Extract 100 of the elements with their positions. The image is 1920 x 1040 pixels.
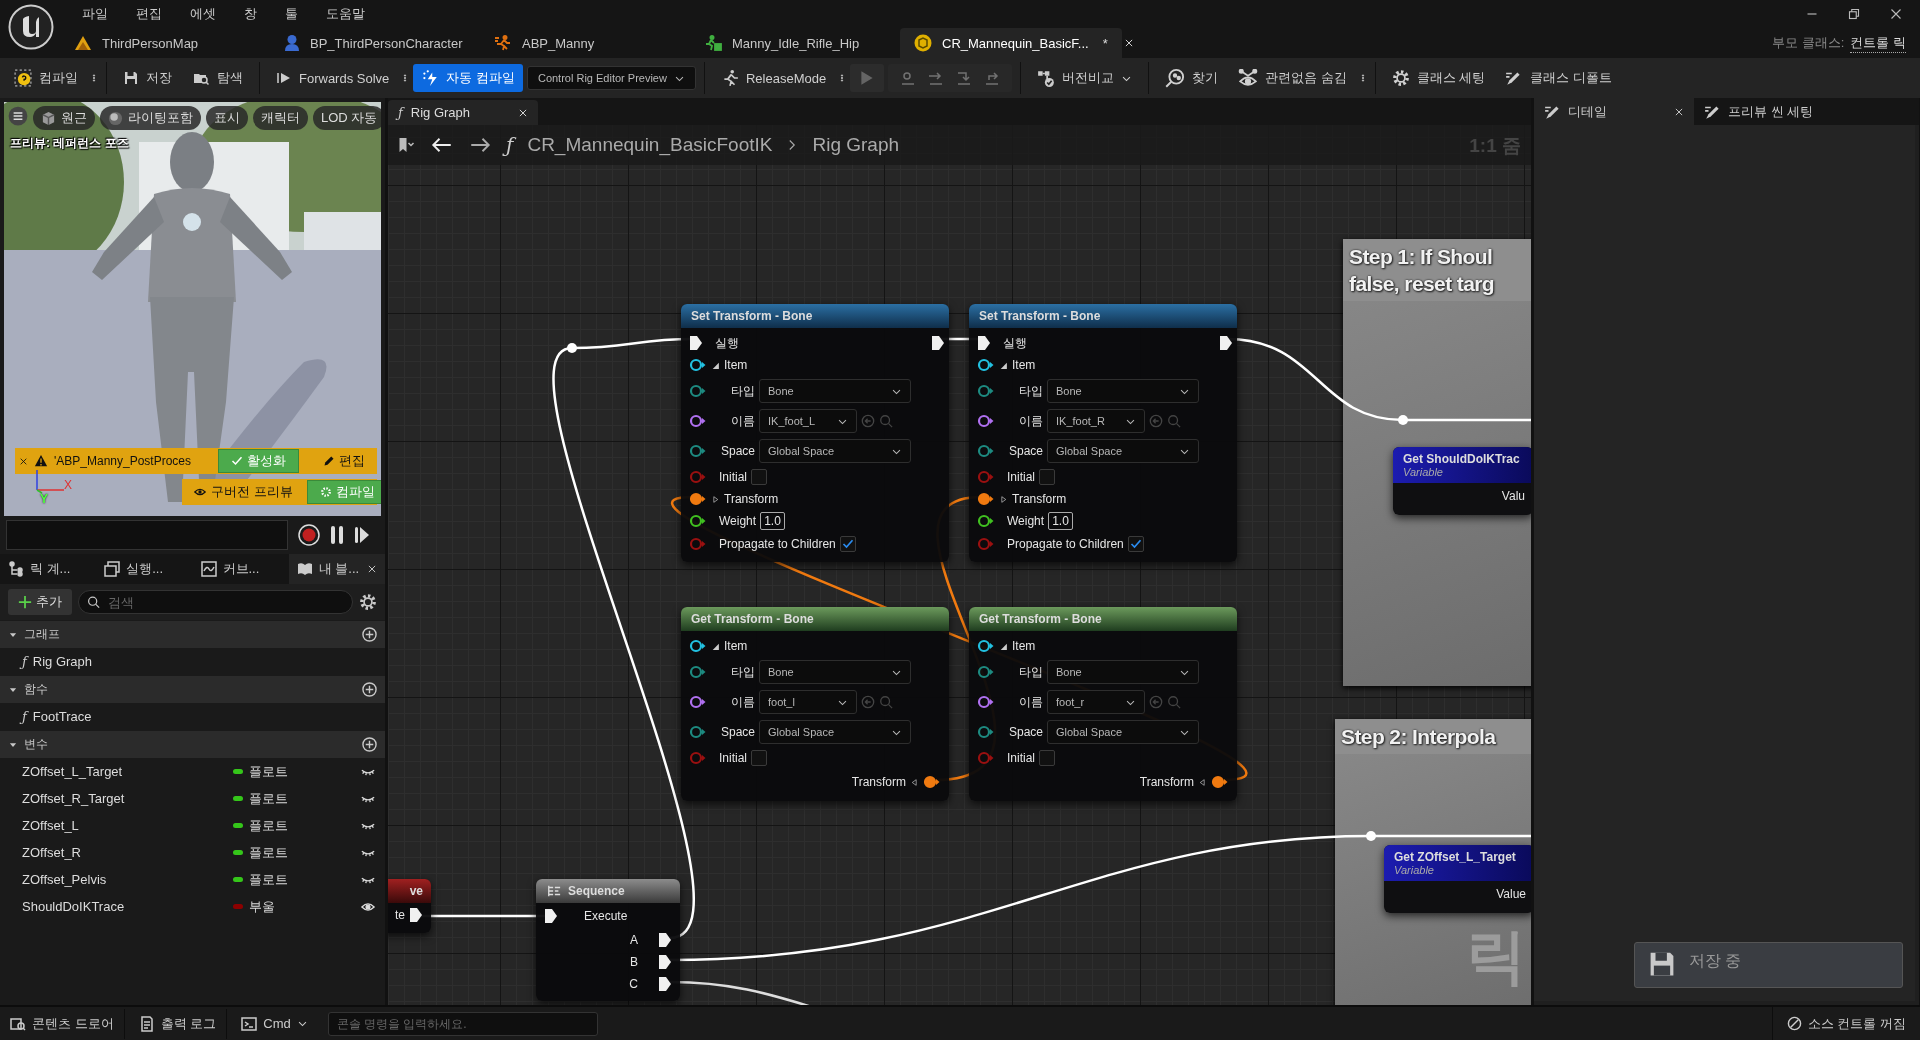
graph-node[interactable]: Get ZOffset_L_Target Variable Value <box>1384 845 1531 913</box>
close-icon[interactable] <box>518 107 528 118</box>
engine-logo[interactable] <box>8 4 54 50</box>
exec-pin[interactable] <box>658 954 672 970</box>
legacy-preview-button[interactable]: 구버전 프리뷰 <box>185 481 301 503</box>
data-pin[interactable] <box>689 639 707 653</box>
variable-name[interactable]: ZOffset_L_Target <box>22 764 227 779</box>
variable-type[interactable]: 플로트 <box>249 762 353 781</box>
dropdown[interactable]: Control Rig Editor Preview <box>526 66 696 90</box>
variable-type[interactable]: 부울 <box>249 897 353 916</box>
search-field[interactable]: 검색 <box>105 593 344 611</box>
add-button[interactable]: 추가 <box>8 589 72 615</box>
console-field[interactable]: 콘솔 명령을 입력하세요. <box>327 1011 598 1036</box>
variable-type[interactable]: 플로트 <box>249 789 353 808</box>
close-icon[interactable] <box>1123 38 1134 48</box>
data-pin[interactable] <box>689 665 707 679</box>
data-pin[interactable] <box>1211 775 1229 789</box>
dropdown[interactable]: 버전비교 <box>1029 64 1141 92</box>
type-dropdown[interactable]: Bone <box>759 379 911 403</box>
space-dropdown[interactable]: Global Space <box>1047 439 1199 463</box>
weight-field[interactable]: 1.0 <box>1048 512 1073 530</box>
menu-item[interactable]: 에셋 <box>178 3 228 25</box>
expander-icon[interactable] <box>711 641 720 651</box>
data-pin[interactable] <box>923 775 941 789</box>
space-dropdown[interactable]: Global Space <box>759 439 911 463</box>
status-button[interactable]: 출력 로그 <box>128 1008 228 1039</box>
restore-icon[interactable] <box>1848 8 1860 20</box>
data-pin[interactable] <box>977 358 995 372</box>
panel-tab[interactable]: 디테일 <box>1534 98 1694 125</box>
reroute-node[interactable] <box>567 343 577 353</box>
toolbar-button[interactable]: 컴파일 <box>6 64 86 92</box>
name-dropdown[interactable]: foot_r <box>1047 690 1145 714</box>
reroute-node[interactable] <box>1366 831 1376 841</box>
document-tab[interactable]: BP_ThirdPersonCharacter <box>270 28 480 58</box>
toggle-button[interactable]: 자동 컴파일 <box>413 64 523 92</box>
viewport-option-button[interactable]: 캐릭터 <box>253 106 308 130</box>
exec-pin[interactable] <box>689 335 703 351</box>
panel-tab[interactable]: 내 블... <box>288 554 385 584</box>
step-out-icon[interactable] <box>984 70 1001 86</box>
step-into-icon[interactable] <box>956 70 973 86</box>
settings-icon[interactable] <box>359 593 377 611</box>
exec-pin[interactable] <box>658 976 672 992</box>
graph-item[interactable]: FootTrace <box>32 709 92 724</box>
exec-pin[interactable] <box>1219 335 1233 351</box>
add-icon[interactable] <box>362 737 377 752</box>
data-pin[interactable] <box>977 695 995 709</box>
data-pin[interactable] <box>689 358 707 372</box>
menu-item[interactable]: 툴 <box>273 3 310 25</box>
pause-icon[interactable] <box>330 525 344 545</box>
variable-name[interactable]: ShouldDoIKTrace <box>22 899 227 914</box>
expander-icon[interactable] <box>999 641 1008 651</box>
panel-tab[interactable]: 릭 계... <box>0 554 97 584</box>
viewport-option-button[interactable]: 라이팅포함 <box>100 106 201 130</box>
checkbox[interactable] <box>1127 536 1144 552</box>
checkbox[interactable] <box>751 750 767 766</box>
space-dropdown[interactable]: Global Space <box>759 720 911 744</box>
panel-tab[interactable]: 실행... <box>96 554 193 584</box>
step-forward-icon[interactable] <box>354 525 370 545</box>
toolbar-button[interactable]: 찾기 <box>1157 63 1227 93</box>
name-dropdown[interactable]: IK_foot_L <box>759 409 857 433</box>
status-button[interactable]: 콘텐츠 드로어 <box>0 1008 125 1039</box>
command-dropdown[interactable]: Cmd <box>231 1009 318 1038</box>
close-icon[interactable] <box>367 564 377 574</box>
data-pin[interactable] <box>977 414 995 428</box>
menu-item[interactable]: 편집 <box>124 3 174 25</box>
name-dropdown[interactable]: IK_foot_R <box>1047 409 1145 433</box>
record-icon[interactable] <box>298 524 320 546</box>
back-arrow-icon[interactable] <box>430 135 454 155</box>
document-tab[interactable]: ThirdPersonMap <box>60 28 270 58</box>
toolbar-button[interactable]: ReleaseMode <box>712 64 835 92</box>
close-icon[interactable] <box>1890 8 1902 20</box>
data-pin[interactable] <box>977 514 995 528</box>
checkbox[interactable] <box>1039 750 1055 766</box>
add-icon[interactable] <box>362 627 377 642</box>
data-pin[interactable] <box>977 639 995 653</box>
type-dropdown[interactable]: Bone <box>759 660 911 684</box>
data-pin[interactable] <box>689 414 707 428</box>
parent-class-link[interactable]: 컨트롤 릭 <box>1850 33 1906 53</box>
panel-tab[interactable]: 커브... <box>192 554 289 584</box>
dismiss-icon[interactable] <box>19 456 28 466</box>
source-control-button[interactable]: 소스 컨트롤 꺼짐 <box>1771 1007 1920 1040</box>
graph-node[interactable]: Get Transform - Bone Item 타입 Bone 이름 foot_l Space Global Space Initial Transform <box>681 607 949 801</box>
menu-item[interactable]: 창 <box>232 3 269 25</box>
variable-type[interactable]: 플로트 <box>249 816 353 835</box>
document-tab[interactable]: Manny_Idle_Rifle_Hip <box>690 28 900 58</box>
type-dropdown[interactable]: Bone <box>1047 379 1199 403</box>
data-pin[interactable] <box>977 444 995 458</box>
exec-pin[interactable] <box>658 932 672 948</box>
data-pin[interactable] <box>689 514 707 528</box>
close-icon[interactable] <box>1674 106 1684 117</box>
variable-type[interactable]: 플로트 <box>249 843 353 862</box>
document-tab[interactable]: ABP_Manny <box>480 28 690 58</box>
data-pin[interactable] <box>977 725 995 739</box>
toolbar-button[interactable]: 클래스 디폴트 <box>1497 64 1621 92</box>
data-pin[interactable] <box>977 665 995 679</box>
exec-pin[interactable] <box>931 335 945 351</box>
checkbox[interactable] <box>751 469 767 485</box>
toolbar-button[interactable]: 관련없음 숨김 <box>1230 64 1355 92</box>
breadcrumb-item[interactable]: Rig Graph <box>812 134 900 156</box>
exec-pin[interactable] <box>409 907 423 923</box>
